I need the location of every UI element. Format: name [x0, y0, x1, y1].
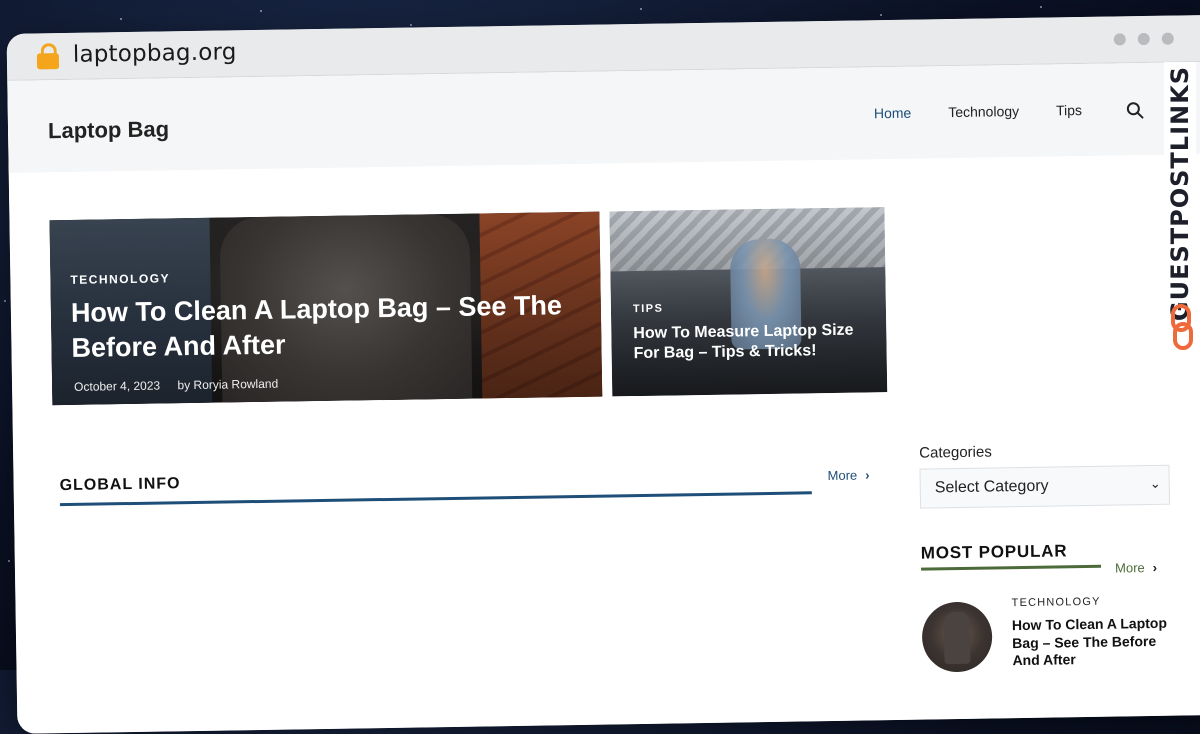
popular-post-category[interactable]: TECHNOLOGY: [1012, 596, 1101, 609]
site-logo[interactable]: Laptop Bag: [48, 116, 169, 144]
chevron-right-icon: ›: [865, 467, 870, 483]
chevron-down-icon: ⌄: [1149, 475, 1161, 491]
featured-post[interactable]: TECHNOLOGY How To Clean A Laptop Bag – S…: [49, 211, 603, 406]
featured-post-meta: October 4, 2023 by Roryia Rowland: [73, 376, 292, 394]
section-more-link[interactable]: More ›: [827, 467, 869, 483]
webpage: Laptop Bag Home Technology Tips TECHNOLO…: [7, 61, 1200, 734]
search-icon[interactable]: [1126, 101, 1144, 119]
popular-post-item[interactable]: TECHNOLOGY How To Clean A Laptop Bag – S…: [921, 595, 1183, 679]
most-popular-header: MOST POPULAR More ›: [920, 540, 1171, 576]
nav-home[interactable]: Home: [874, 105, 912, 122]
post-date: October 4, 2023: [73, 378, 161, 394]
link-logo-icon: [1171, 304, 1193, 350]
nav-technology[interactable]: Technology: [948, 103, 1019, 120]
main-nav: Home Technology Tips: [874, 101, 1119, 121]
popular-post-thumbnail[interactable]: [921, 601, 993, 673]
most-popular-more-link[interactable]: More ›: [1115, 560, 1157, 576]
most-popular-underline: [921, 564, 1102, 571]
secondary-post-title[interactable]: How To Measure Laptop Size For Bag – Tip…: [633, 320, 873, 365]
category-select[interactable]: Select Category ⌄: [919, 464, 1171, 509]
window-dot-icon[interactable]: [1161, 32, 1174, 45]
lock-icon: [36, 43, 60, 70]
nav-tips[interactable]: Tips: [1056, 102, 1082, 118]
most-popular-title: MOST POPULAR: [920, 541, 1068, 563]
watermark-text: GUESTPOSTLINKS: [1164, 62, 1196, 326]
browser-frame: laptopbag.org Laptop Bag Home Technology…: [6, 14, 1200, 734]
browser-window: laptopbag.org Laptop Bag Home Technology…: [6, 14, 1200, 734]
window-dot-icon[interactable]: [1137, 32, 1150, 46]
section-underline: [59, 491, 812, 507]
chevron-right-icon: ›: [1152, 559, 1158, 575]
post-author[interactable]: by Roryia Rowland: [177, 377, 278, 393]
secondary-post[interactable]: TIPS How To Measure Laptop Size For Bag …: [609, 207, 888, 397]
guestpostlinks-watermark: GUESTPOSTLINKS: [1164, 62, 1198, 362]
address-bar-url[interactable]: laptopbag.org: [73, 39, 237, 68]
window-dot-icon[interactable]: [1113, 33, 1126, 46]
site-header: Laptop Bag Home Technology Tips: [7, 61, 1200, 173]
featured-post-category[interactable]: TECHNOLOGY: [70, 271, 170, 287]
categories-label: Categories: [919, 443, 992, 462]
window-controls: [1113, 32, 1174, 46]
global-info-section-header: GLOBAL INFO More ›: [60, 464, 880, 507]
category-select-value: Select Category: [934, 477, 1049, 497]
popular-post-title[interactable]: How To Clean A Laptop Bag – See The Befo…: [1012, 615, 1173, 670]
featured-post-title[interactable]: How To Clean A Laptop Bag – See The Befo…: [71, 288, 592, 366]
secondary-post-category[interactable]: TIPS: [633, 303, 664, 315]
section-title: GLOBAL INFO: [59, 475, 181, 495]
